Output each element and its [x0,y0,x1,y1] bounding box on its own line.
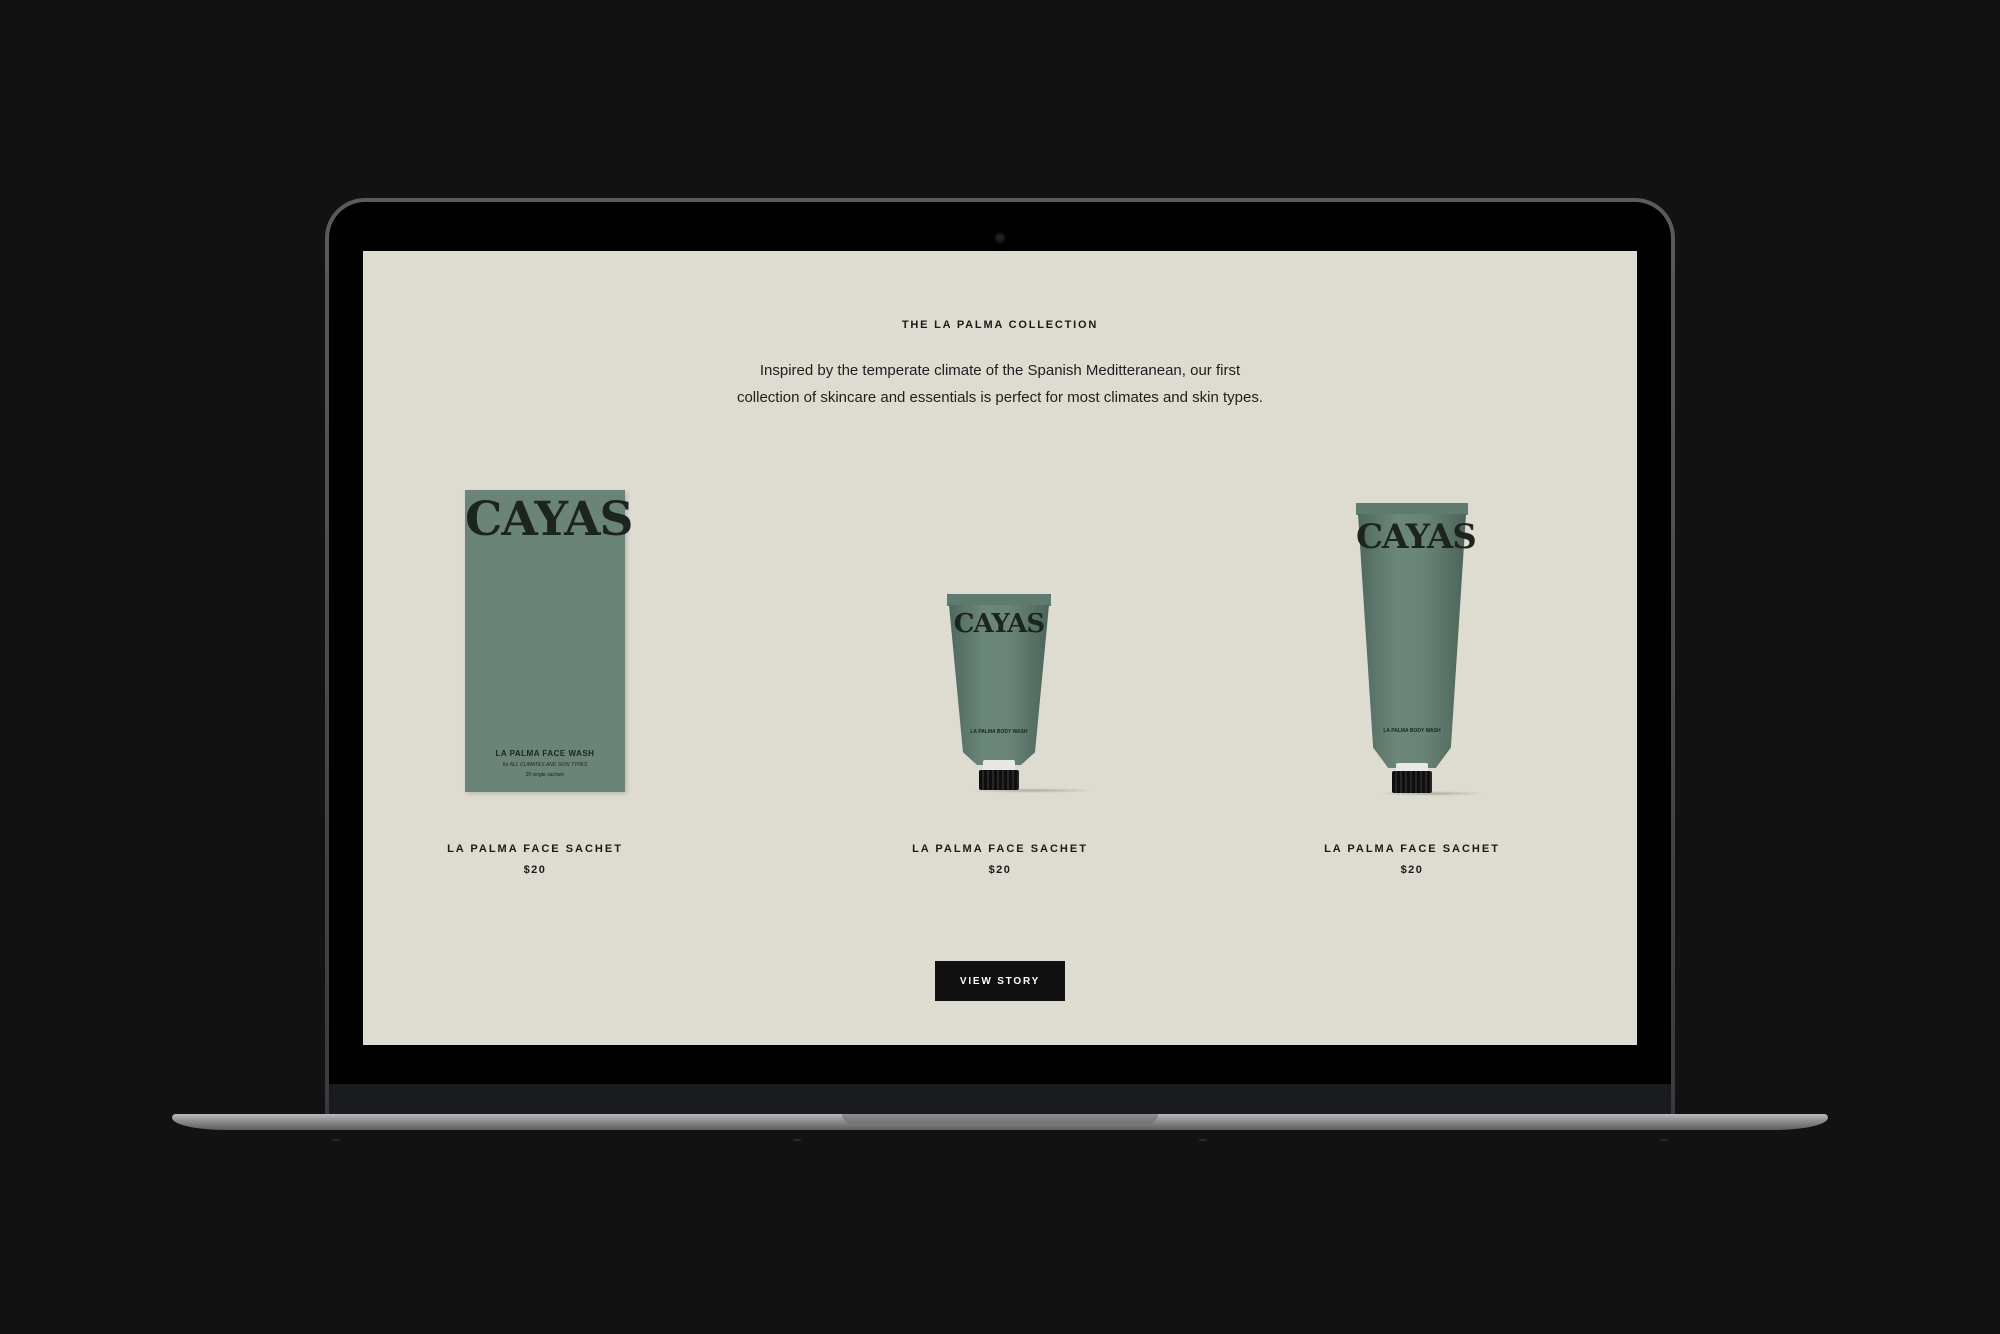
package-label: LA PALMA FACE WASH [495,749,595,758]
view-story-button[interactable]: VIEW STORY [935,961,1065,1001]
package-label: LA PALMA BODY WASH [1383,728,1441,734]
product-price: $20 [988,864,1012,876]
package-brand: CAYAS [953,609,1045,639]
product-image-face-wash-box[interactable]: CAYAS LA PALMA FACE WASH for ALL CLIMATE… [465,490,634,792]
tube-cap [979,770,1019,790]
tube-cap [1392,771,1432,793]
package-subtitle: for ALL CLIMATES AND SKIN TYPES [502,762,588,768]
product-price: $20 [1400,864,1424,876]
product-image-large-tube[interactable]: CAYAS LA PALMA BODY WASH [1356,503,1486,796]
tube-neck [983,760,1015,770]
package-label: LA PALMA BODY WASH [970,729,1028,735]
product-price: $20 [523,864,547,876]
laptop-foot [1199,1139,1207,1141]
laptop-mockup: THE LA PALMA COLLECTION Inspired by the … [0,0,2000,1334]
package-count: 30 single sachets [525,772,565,778]
web-page: THE LA PALMA COLLECTION Inspired by the … [363,251,1637,1045]
package-brand: CAYAS [1356,517,1477,557]
tube-crimp [1356,503,1468,515]
product-name[interactable]: LA PALMA FACE SACHET [1262,843,1562,855]
laptop-foot [1660,1139,1668,1141]
laptop-foot [332,1139,340,1141]
package-brand: CAYAS [465,492,634,547]
tube-shadow [967,788,1097,793]
tube-crimp [947,594,1051,606]
product-card[interactable]: CAYAS LA PALMA BODY WASH LA PALMA FACE S… [850,251,1150,891]
tube-shadow [1376,791,1486,796]
camera-icon [996,234,1004,242]
product-card[interactable]: CAYAS LA PALMA FACE WASH for ALL CLIMATE… [385,251,685,891]
product-name[interactable]: LA PALMA FACE SACHET [385,843,685,855]
laptop-foot [793,1139,801,1141]
product-name[interactable]: LA PALMA FACE SACHET [850,843,1150,855]
product-card[interactable]: CAYAS LA PALMA BODY WASH LA PALMA FACE S… [1262,251,1562,891]
product-image-small-tube[interactable]: CAYAS LA PALMA BODY WASH [947,594,1097,794]
laptop-hinge-notch [842,1114,1158,1124]
laptop-chin [329,1084,1671,1118]
